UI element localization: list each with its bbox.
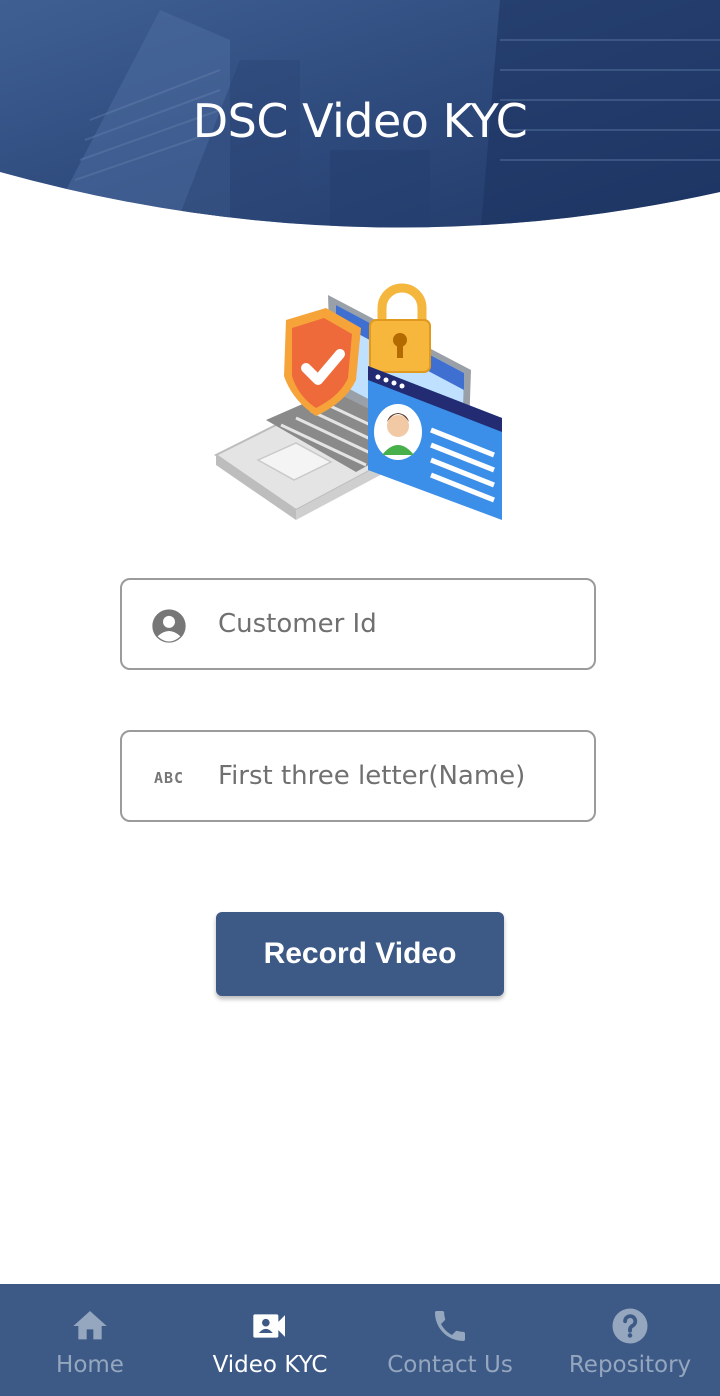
header-banner: DSC Video KYC: [0, 0, 720, 240]
nav-repository[interactable]: Repository: [540, 1284, 720, 1396]
customer-id-placeholder: Customer Id: [218, 609, 377, 639]
account-circle-icon: [148, 606, 190, 646]
nav-contact-us[interactable]: Contact Us: [360, 1284, 540, 1396]
name-letters-field[interactable]: ABC First three letter(Name): [120, 730, 596, 822]
name-letters-placeholder: First three letter(Name): [218, 761, 526, 791]
nav-repository-label: Repository: [568, 1352, 692, 1378]
nav-home[interactable]: Home: [0, 1284, 180, 1396]
bottom-navigation: Home Video KYC Contact Us Repository: [0, 1284, 720, 1396]
help-circle-icon: [540, 1304, 720, 1348]
home-icon: [0, 1304, 180, 1348]
record-video-button[interactable]: Record Video: [216, 912, 504, 996]
nav-video-kyc[interactable]: Video KYC: [180, 1284, 360, 1396]
customer-id-field[interactable]: Customer Id: [120, 578, 596, 670]
nav-contact-us-label: Contact Us: [387, 1352, 513, 1378]
abc-icon: ABC: [153, 769, 185, 787]
video-account-icon: [180, 1304, 360, 1348]
page-title: DSC Video KYC: [192, 94, 528, 148]
nav-home-label: Home: [56, 1352, 124, 1378]
kyc-illustration: [206, 280, 516, 540]
nav-video-kyc-label: Video KYC: [212, 1352, 328, 1378]
phone-icon: [360, 1304, 540, 1348]
